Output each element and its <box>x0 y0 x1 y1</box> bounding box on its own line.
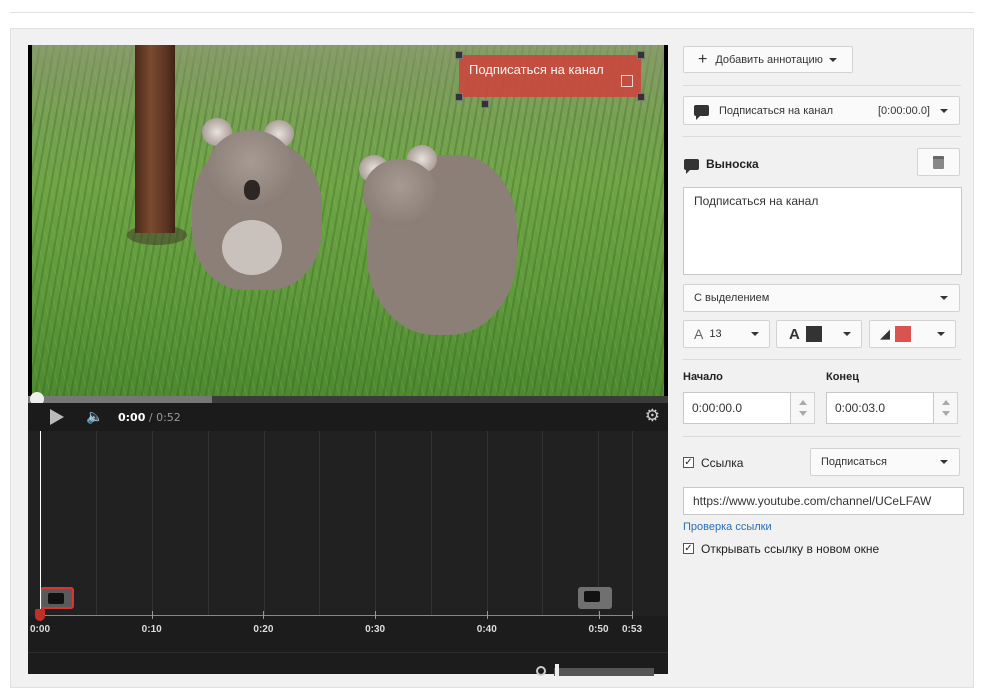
annotation-text-value: Подписаться на канал <box>694 194 819 208</box>
timeline-tick-label: 0:53 <box>621 624 643 635</box>
style-select[interactable]: С выделением <box>683 284 960 312</box>
plus-icon: + <box>698 50 708 68</box>
zoom-slider-knob[interactable] <box>555 664 559 676</box>
annotation-select[interactable]: Подписаться на канал [0:00:00.0] <box>683 96 960 125</box>
paint-bucket-icon: ◢ <box>880 326 890 341</box>
volume-icon[interactable]: 🔈 <box>86 408 103 425</box>
tree-trunk <box>135 45 175 233</box>
annotation-timeline[interactable]: 0:00 0:10 0:20 0:30 0:40 0:50 0:53 <box>28 431 668 676</box>
start-time-value: 0:00:00.0 <box>692 401 743 415</box>
zoom-slider[interactable] <box>554 668 654 676</box>
add-annotation-button[interactable]: + Добавить аннотацию <box>683 46 853 73</box>
playhead-marker[interactable] <box>35 609 45 621</box>
koala-right <box>359 145 517 335</box>
timeline-tick-label: 0:10 <box>141 624 162 635</box>
chevron-down-icon <box>940 296 948 300</box>
timeline-tick <box>632 611 633 619</box>
delete-button[interactable] <box>917 148 960 176</box>
start-time-stepper[interactable] <box>791 392 815 424</box>
timeline-tick-label: 0:50 <box>588 624 609 635</box>
start-time-input[interactable]: 0:00:00.0 <box>683 392 791 424</box>
video-progress-bar[interactable] <box>28 392 668 406</box>
chevron-down-icon <box>940 108 948 113</box>
pointer-handle[interactable] <box>481 100 489 108</box>
font-size-select[interactable]: A 13 <box>683 320 770 348</box>
timeline-tracks <box>28 431 668 616</box>
link-type-value: Подписаться <box>821 456 887 468</box>
current-time: 0:00 <box>118 411 146 424</box>
timeline-annotation-selected[interactable] <box>40 587 74 609</box>
timeline-tick-label: 0:20 <box>253 624 274 635</box>
link-type-select[interactable]: Подписаться <box>810 448 960 476</box>
timeline-annotation-end-screen[interactable] <box>578 587 612 609</box>
time-display: 0:00 / 0:52 <box>118 411 181 424</box>
link-label: Ссылка <box>701 456 744 470</box>
check-link[interactable]: Проверка ссылки <box>683 521 772 533</box>
resize-icon[interactable] <box>621 75 633 87</box>
chevron-down-icon <box>937 332 945 336</box>
playhead-line[interactable] <box>40 431 41 621</box>
top-divider <box>10 12 974 13</box>
total-time: / 0:52 <box>148 411 181 424</box>
end-time-input[interactable]: 0:00:03.0 <box>826 392 934 424</box>
timeline-tick <box>598 611 600 619</box>
speech-bubble-icon <box>48 593 64 604</box>
zoom-icon <box>536 666 546 676</box>
timeline-tick <box>263 611 265 619</box>
start-label: Начало <box>683 371 723 383</box>
timeline-ruler <box>40 615 632 616</box>
buffered-bar <box>28 396 212 403</box>
chevron-down-icon <box>843 332 851 336</box>
font-size-icon: A <box>694 326 704 342</box>
link-url-input[interactable]: https://www.youtube.com/channel/UCeLFAW <box>683 487 964 515</box>
chevron-down-icon <box>828 57 837 62</box>
timeline-tick <box>151 611 153 619</box>
chevron-down-icon <box>751 332 759 336</box>
font-size-value: 13 <box>709 328 722 340</box>
speech-bubble-icon <box>694 105 709 120</box>
callout-icon <box>684 159 699 174</box>
add-annotation-label: Добавить аннотацию <box>715 53 823 66</box>
annotation-type-title: Выноска <box>706 157 759 171</box>
end-label: Конец <box>826 371 859 383</box>
annotation-text-input[interactable]: Подписаться на канал <box>683 187 962 275</box>
end-screen-icon <box>584 591 600 602</box>
new-window-label: Открывать ссылку в новом окне <box>701 542 880 556</box>
background-color-swatch <box>895 326 911 342</box>
timeline-tick-label: 0:40 <box>476 624 497 635</box>
annotation-select-name: Подписаться на канал <box>719 104 833 117</box>
new-window-checkbox[interactable]: ✓ <box>683 543 694 554</box>
text-color-icon: A <box>789 325 800 343</box>
end-time-value: 0:00:03.0 <box>835 401 886 415</box>
play-icon[interactable] <box>50 409 64 425</box>
link-checkbox[interactable]: ✓ <box>683 457 694 468</box>
text-color-swatch <box>805 326 822 342</box>
annotation-bubble-text: Подписаться на канал <box>469 62 604 77</box>
chevron-down-icon <box>940 460 948 464</box>
trash-icon <box>933 155 944 169</box>
background-color-select[interactable]: ◢ <box>869 320 956 348</box>
annotation-select-time: [0:00:00.0] <box>878 104 930 117</box>
timeline-tick-label: 0:30 <box>365 624 386 635</box>
resize-handle-bottom-right[interactable] <box>637 93 645 101</box>
timeline-tick-label: 0:00 <box>29 624 51 635</box>
resize-handle-top-right[interactable] <box>637 51 645 59</box>
annotation-bubble[interactable]: Подписаться на канал <box>459 55 641 97</box>
koala-left <box>192 118 322 290</box>
text-color-select[interactable]: A <box>776 320 862 348</box>
link-url-value: https://www.youtube.com/channel/UCeLFAW <box>693 494 932 508</box>
video-frame <box>32 45 664 396</box>
video-player[interactable]: Подписаться на канал <box>28 45 668 396</box>
resize-handle-bottom-left[interactable] <box>455 93 463 101</box>
style-select-value: С выделением <box>694 292 770 304</box>
timeline-tick <box>375 611 377 619</box>
player-controls: 🔈 0:00 / 0:52 ⚙ <box>28 403 668 431</box>
timeline-tick <box>486 611 488 619</box>
end-time-stepper[interactable] <box>934 392 958 424</box>
resize-handle-top-left[interactable] <box>455 51 463 59</box>
gear-icon[interactable]: ⚙ <box>645 406 660 426</box>
